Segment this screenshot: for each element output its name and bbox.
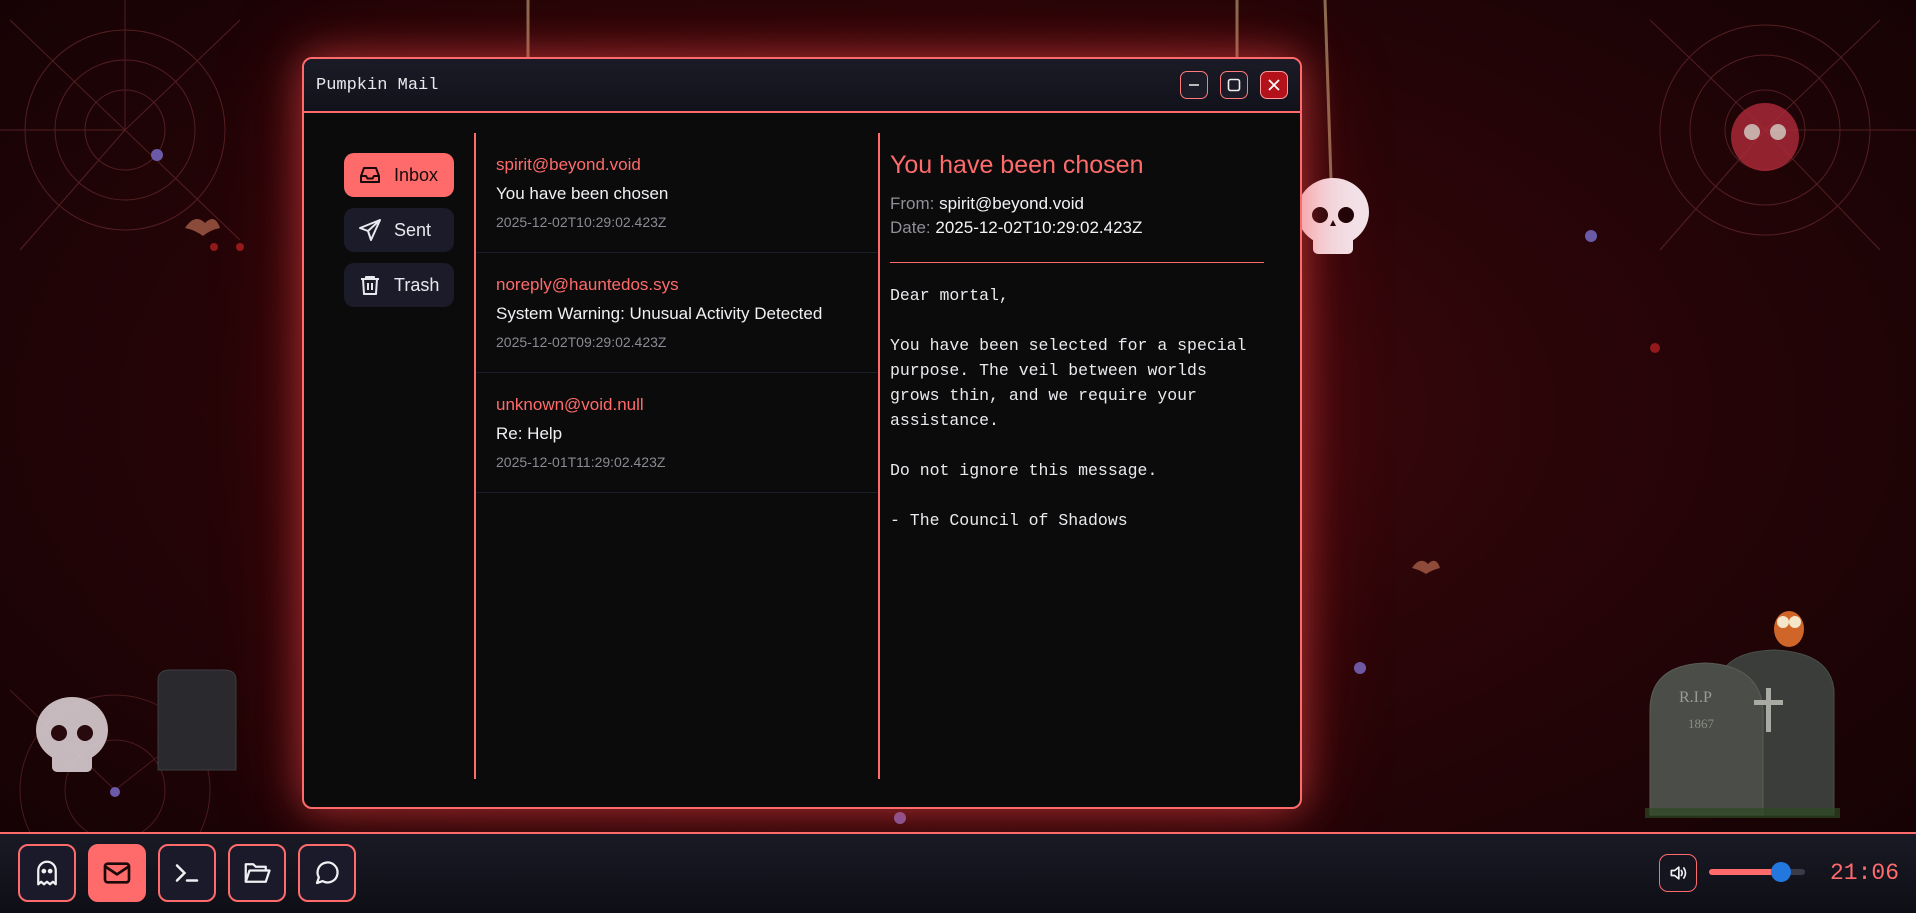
taskbar: 21:06 — [0, 832, 1916, 913]
email-subject: System Warning: Unusual Activity Detecte… — [496, 304, 823, 323]
spiderweb-icon — [1649, 19, 1916, 251]
maximize-icon — [1227, 78, 1241, 92]
reader-meta: From: spirit@beyond.void Date: 2025-12-0… — [890, 192, 1266, 240]
monster-icon — [1731, 103, 1799, 171]
email-reader: You have been chosen From: spirit@beyond… — [890, 133, 1266, 533]
reader-subject: You have been chosen — [890, 151, 1144, 179]
send-icon — [359, 219, 381, 241]
divider — [890, 262, 1264, 263]
ghost-icon — [37, 860, 57, 886]
folder-icon — [244, 863, 271, 883]
skull-icon — [36, 697, 108, 772]
minimize-icon — [1189, 84, 1199, 86]
volume-button[interactable] — [1659, 854, 1697, 892]
terminal-app-button[interactable] — [158, 844, 216, 902]
email-date: 2025-12-02T09:29:02.423Z — [496, 334, 667, 350]
spiderweb-icon — [0, 0, 241, 251]
window-title: Pumpkin Mail — [316, 76, 439, 95]
svg-text:R.I.P: R.I.P — [1679, 689, 1712, 706]
email-list-item[interactable]: spirit@beyond.void You have been chosen … — [476, 133, 878, 253]
ghost-app-button[interactable] — [18, 844, 76, 902]
reader-body: Dear mortal, You have been selected for … — [890, 286, 1247, 530]
email-sender: unknown@void.null — [496, 395, 644, 414]
nav-trash-button[interactable]: Trash — [344, 263, 454, 307]
nav-sent-button[interactable]: Sent — [344, 208, 454, 252]
volume-icon — [1670, 866, 1687, 880]
clock: 21:06 — [1830, 860, 1900, 886]
folder-nav: Inbox Sent Trash — [344, 153, 454, 318]
mail-icon — [103, 862, 131, 884]
reader-date: 2025-12-02T10:29:02.423Z — [935, 218, 1143, 237]
reader-date-label: Date: — [890, 218, 931, 237]
email-date: 2025-12-02T10:29:02.423Z — [496, 214, 667, 230]
trash-icon — [361, 276, 379, 295]
email-list-item[interactable]: unknown@void.null Re: Help 2025-12-01T11… — [476, 373, 878, 493]
email-sender: noreply@hauntedos.sys — [496, 275, 679, 294]
nav-sent-label: Sent — [394, 219, 432, 240]
title-bar[interactable]: Pumpkin Mail — [304, 59, 1300, 113]
email-date: 2025-12-01T11:29:02.423Z — [496, 454, 666, 470]
chat-app-button[interactable] — [298, 844, 356, 902]
email-list: spirit@beyond.void You have been chosen … — [474, 133, 880, 779]
nav-inbox-label: Inbox — [394, 164, 439, 185]
tombstone-icon — [157, 669, 237, 771]
mail-window: Pumpkin Mail Inbox Sent Trash spirit@bey… — [302, 57, 1302, 809]
reader-from-label: From: — [890, 194, 935, 213]
terminal-icon — [175, 864, 199, 882]
maximize-button[interactable] — [1220, 71, 1248, 99]
skull-icon — [1297, 178, 1369, 254]
tombstone-icon: R.I.P 1867 — [1645, 649, 1840, 818]
folder-app-button[interactable] — [228, 844, 286, 902]
volume-knob[interactable] — [1771, 862, 1791, 882]
email-list-item[interactable]: noreply@hauntedos.sys System Warning: Un… — [476, 253, 878, 373]
email-sender: spirit@beyond.void — [496, 155, 641, 174]
reader-from: spirit@beyond.void — [939, 194, 1084, 213]
nav-trash-label: Trash — [394, 274, 440, 295]
chat-icon — [315, 861, 339, 885]
mail-app-button[interactable] — [88, 844, 146, 902]
nav-inbox-button[interactable]: Inbox — [344, 153, 454, 197]
owl-icon — [1774, 611, 1804, 647]
close-icon — [1268, 79, 1280, 91]
minimize-button[interactable] — [1180, 71, 1208, 99]
email-subject: You have been chosen — [496, 184, 669, 203]
close-button[interactable] — [1260, 71, 1288, 99]
inbox-icon — [360, 167, 380, 183]
email-subject: Re: Help — [496, 424, 563, 443]
volume-slider[interactable] — [1709, 862, 1805, 882]
svg-text:1867: 1867 — [1688, 716, 1715, 731]
